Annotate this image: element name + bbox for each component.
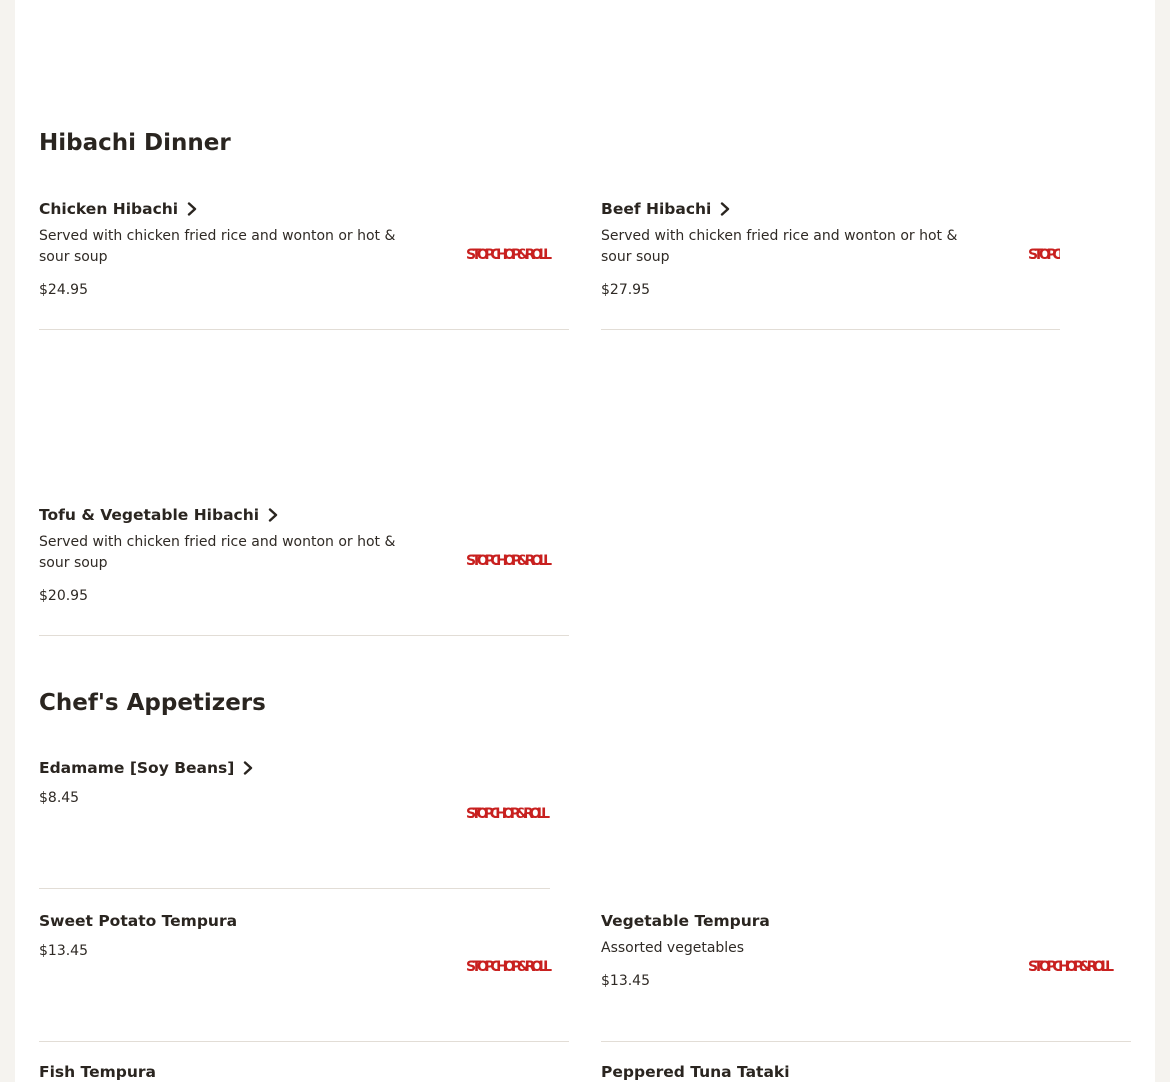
item-name[interactable]: Fish Tempura <box>39 1063 156 1081</box>
section-title-hibachi-dinner: Hibachi Dinner <box>39 130 231 156</box>
item-name-link[interactable]: Tofu & Vegetable Hibachi <box>39 506 404 524</box>
svg-text:STOPCHOP&ROLL: STOPCHOP&ROLL <box>466 806 550 822</box>
item-name-text: Sweet Potato Tempura <box>39 912 238 930</box>
item-name[interactable]: Sweet Potato Tempura <box>39 912 237 930</box>
svg-text:STOPCHOP&ROLL: STOPCHOP&ROLL <box>466 553 552 569</box>
menu-item-chicken-hibachi[interactable]: Chicken Hibachi Served with chicken frie… <box>39 200 404 298</box>
section-title-chefs-appetizers: Chef's Appetizers <box>39 690 266 716</box>
item-name-text: Peppered Tuna Tataki <box>601 1063 790 1081</box>
menu-panel: Hibachi Dinner Chicken Hibachi Served wi… <box>15 0 1155 1082</box>
restaurant-logo-image[interactable]: STOPCHOP&ROLL <box>466 546 554 572</box>
divider <box>601 329 1060 330</box>
item-price: $13.45 <box>601 973 650 989</box>
chevron-right-icon <box>721 202 730 216</box>
item-price: $20.95 <box>39 588 88 604</box>
item-description: Assorted vegetables <box>601 940 745 956</box>
item-name-link[interactable]: Beef Hibachi <box>601 200 966 218</box>
item-name: Tofu & Vegetable Hibachi <box>39 506 260 524</box>
restaurant-logo-image[interactable]: STOPCHOP&ROLL <box>1028 952 1116 978</box>
menu-item-tofu-vegetable-hibachi[interactable]: Tofu & Vegetable Hibachi Served with chi… <box>39 506 404 604</box>
item-description: Served with chicken fried rice and wonto… <box>39 534 396 571</box>
svg-text:STOPCHOP&ROLL: STOPCHOP&ROLL <box>1028 959 1114 975</box>
restaurant-logo-image-cropped[interactable]: STOPCHOP&ROLL <box>1028 240 1060 266</box>
item-name[interactable]: Vegetable Tempura <box>601 912 966 930</box>
item-name: Chicken Hibachi <box>39 200 179 218</box>
menu-item-edamame[interactable]: Edamame [Soy Beans] $8.45 <box>39 759 254 806</box>
restaurant-logo-image[interactable]: STOPCHOP&ROLL <box>466 952 554 978</box>
item-price: $24.95 <box>39 282 88 298</box>
item-name-link[interactable]: Edamame [Soy Beans] <box>39 759 254 777</box>
item-name-text: Vegetable Tempura <box>601 912 770 930</box>
divider <box>39 1041 569 1042</box>
item-description: Served with chicken fried rice and wonto… <box>601 228 958 265</box>
divider <box>39 635 569 636</box>
chevron-right-icon <box>244 761 253 775</box>
restaurant-logo-image[interactable]: STOPCHOP&ROLL <box>466 799 554 825</box>
item-name: Edamame [Soy Beans] <box>39 759 235 777</box>
item-name: Beef Hibachi <box>601 200 712 218</box>
divider <box>39 888 550 889</box>
divider <box>601 1041 1131 1042</box>
menu-item-sweet-potato-tempura[interactable]: Sweet Potato Tempura $13.45 <box>39 912 237 959</box>
chevron-right-icon <box>187 202 197 216</box>
item-name[interactable]: Peppered Tuna Tataki <box>601 1063 790 1081</box>
menu-item-vegetable-tempura[interactable]: Vegetable Tempura Assorted vegetables $1… <box>601 912 966 989</box>
restaurant-logo-image[interactable]: STOPCHOP&ROLL <box>466 240 554 266</box>
svg-text:STOPCHOP&ROLL: STOPCHOP&ROLL <box>466 959 552 975</box>
chevron-right-icon <box>268 508 278 522</box>
item-name-text: Fish Tempura <box>39 1063 156 1081</box>
menu-item-peppered-tuna-tataki[interactable]: Peppered Tuna Tataki <box>601 1063 790 1081</box>
menu-item-fish-tempura[interactable]: Fish Tempura <box>39 1063 156 1081</box>
divider <box>39 329 569 330</box>
item-price: $13.45 <box>39 943 88 959</box>
menu-item-beef-hibachi[interactable]: Beef Hibachi Served with chicken fried r… <box>601 200 966 298</box>
item-name-link[interactable]: Chicken Hibachi <box>39 200 404 218</box>
svg-text:STOPCHOP&ROLL: STOPCHOP&ROLL <box>466 247 552 263</box>
item-price: $27.95 <box>601 282 650 298</box>
item-description: Served with chicken fried rice and wonto… <box>39 228 396 265</box>
item-price: $8.45 <box>39 790 80 806</box>
svg-text:STOPCHOP&ROLL: STOPCHOP&ROLL <box>1028 247 1060 263</box>
